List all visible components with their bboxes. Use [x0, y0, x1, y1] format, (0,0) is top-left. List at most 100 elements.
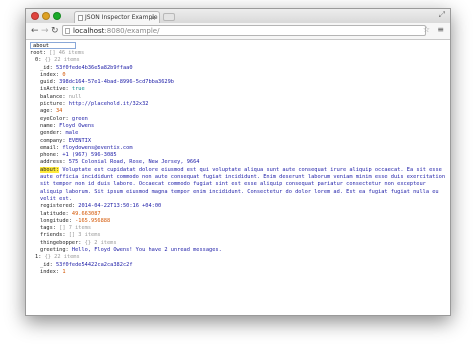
tree-leaf[interactable]: name: Floyd Owens	[30, 123, 446, 130]
key: friends:	[40, 232, 66, 239]
tab-json-inspector[interactable]: JSON Inspector Example ×	[74, 11, 160, 23]
key: root:	[30, 50, 46, 56]
browser-toolbar: ← → ↻ localhost:8080/example/ ☆ ≡	[26, 23, 450, 40]
tree-leaf[interactable]: picture: http://placehold.it/32x32	[30, 101, 446, 108]
key: _id:	[40, 261, 53, 268]
tree-leaf[interactable]: latitude: 49.663087	[30, 211, 446, 218]
zoom-window-button[interactable]	[53, 12, 61, 20]
key: email:	[40, 144, 60, 151]
menu-icon[interactable]: ≡	[437, 25, 444, 34]
value: +1 (967) 596-3085	[62, 152, 117, 159]
value: [] 7 items	[59, 225, 92, 232]
value: 34	[55, 108, 63, 115]
value: 398dc164-57e1-4bad-8996-5cd7bba3629b	[59, 79, 174, 86]
tree-leaf[interactable]: age: 34	[30, 108, 446, 115]
highlighted-key: about:	[40, 166, 60, 173]
value: 2014-04-22T13:50:16 +04:00	[78, 203, 162, 210]
value: 575 Colonial Road, Rose, New Jersey, 966…	[68, 159, 200, 166]
value: null	[68, 93, 82, 100]
key: gender:	[40, 130, 63, 137]
tree-leaf[interactable]: _id: 53f0fede54422ca2ca382c2f	[30, 262, 446, 269]
key: thingebopper:	[40, 239, 82, 246]
key: index:	[40, 268, 60, 275]
value: 53f0fede54422ca2ca382c2f	[55, 261, 133, 268]
key: phone:	[40, 152, 60, 159]
value: floydowens@eventix.com	[62, 144, 133, 151]
tree-leaf-about[interactable]: about: Voluptate est cupidatat dolore ei…	[30, 166, 446, 203]
tree-leaf[interactable]: address: 575 Colonial Road, Rose, New Je…	[30, 159, 446, 166]
key: tags:	[40, 225, 56, 232]
key: age:	[40, 108, 53, 115]
tree-node-0[interactable]: 0: {} 22 items	[30, 57, 446, 64]
item-count: {} 22 items	[44, 254, 80, 261]
value: male	[65, 130, 79, 137]
tree-leaf[interactable]: balance: null	[30, 94, 446, 101]
bookmark-star-icon[interactable]: ☆	[423, 25, 430, 34]
page-icon	[65, 28, 70, 34]
value: 1	[62, 268, 66, 275]
address-bar[interactable]: localhost:8080/example/	[62, 25, 426, 36]
tree-leaf[interactable]: gender: male	[30, 130, 446, 137]
tree-leaf[interactable]: longitude: -165.956888	[30, 218, 446, 225]
tree-leaf[interactable]: thingebopper: {} 2 items	[30, 240, 446, 247]
tree-leaf[interactable]: email: floydowens@eventix.com	[30, 145, 446, 152]
key: eyeColor:	[40, 115, 69, 122]
item-count: [] 46 items	[49, 50, 85, 56]
tab-title: JSON Inspector Example	[85, 14, 158, 21]
tree-leaf[interactable]: index: 0	[30, 72, 446, 79]
value: 0	[62, 71, 66, 78]
browser-window: JSON Inspector Example × ⤢ ← → ↻ localho…	[25, 8, 451, 316]
value: true	[71, 86, 85, 93]
search-input[interactable]	[30, 42, 76, 49]
key: registered:	[40, 203, 76, 210]
tree-leaf[interactable]: phone: +1 (967) 596-3085	[30, 152, 446, 159]
value: http://placehold.it/32x32	[68, 101, 149, 108]
key: company:	[40, 137, 66, 144]
item-count: {} 22 items	[44, 57, 80, 64]
key: greeting:	[40, 247, 69, 254]
key: name:	[40, 122, 56, 129]
tree-leaf[interactable]: greeting: Hello, Floyd Owens! You have 2…	[30, 247, 446, 254]
tree-leaf[interactable]: friends: [] 3 items	[30, 232, 446, 239]
forward-arrow-icon[interactable]: →	[41, 26, 49, 36]
value: Floyd Owens	[59, 122, 95, 129]
back-arrow-icon[interactable]: ←	[31, 26, 39, 36]
key: 1:	[35, 254, 42, 261]
new-tab-button[interactable]	[163, 13, 175, 21]
tree-leaf[interactable]: registered: 2014-04-22T13:50:16 +04:00	[30, 203, 446, 210]
window-controls	[31, 12, 61, 20]
value: {} 2 items	[84, 239, 117, 246]
url-host: localhost	[73, 27, 105, 35]
value: 53f0fede4b36e5a82b9ffaa0	[55, 64, 133, 71]
tree-leaf[interactable]: index: 1	[30, 269, 446, 276]
value: green	[71, 115, 88, 122]
tree-leaf[interactable]: _id: 53f0fede4b36e5a82b9ffaa0	[30, 65, 446, 72]
tree-root[interactable]: root: [] 46 items	[30, 50, 446, 57]
key: 0:	[35, 57, 42, 64]
reload-icon[interactable]: ↻	[51, 26, 59, 36]
url-path: :8080/example/	[104, 27, 160, 35]
key: isActive:	[40, 86, 69, 93]
value: 49.663087	[71, 210, 101, 217]
key: balance:	[40, 93, 66, 100]
tree-node-1[interactable]: 1: {} 22 items	[30, 254, 446, 261]
key: latitude:	[40, 210, 69, 217]
tree-leaf[interactable]: tags: [] 7 items	[30, 225, 446, 232]
tree-leaf[interactable]: isActive: true	[30, 86, 446, 93]
value: EVENTIX	[68, 137, 92, 144]
key: longitude:	[40, 217, 72, 224]
page-icon	[78, 15, 83, 21]
tree-leaf[interactable]: eyeColor: green	[30, 116, 446, 123]
close-window-button[interactable]	[31, 12, 39, 20]
value: [] 3 items	[68, 232, 101, 239]
minimize-window-button[interactable]	[42, 12, 50, 20]
tree-leaf[interactable]: company: EVENTIX	[30, 138, 446, 145]
key: address:	[40, 159, 66, 166]
key: picture:	[40, 101, 66, 108]
key: guid:	[40, 79, 56, 86]
fullscreen-icon[interactable]: ⤢	[439, 10, 445, 20]
value: Voluptate est cupidatat dolore eiusmod e…	[40, 166, 446, 202]
title-bar: JSON Inspector Example × ⤢	[26, 9, 450, 23]
json-inspector: root: [] 46 items 0: {} 22 items _id: 53…	[26, 40, 450, 278]
tree-leaf[interactable]: guid: 398dc164-57e1-4bad-8996-5cd7bba362…	[30, 79, 446, 86]
